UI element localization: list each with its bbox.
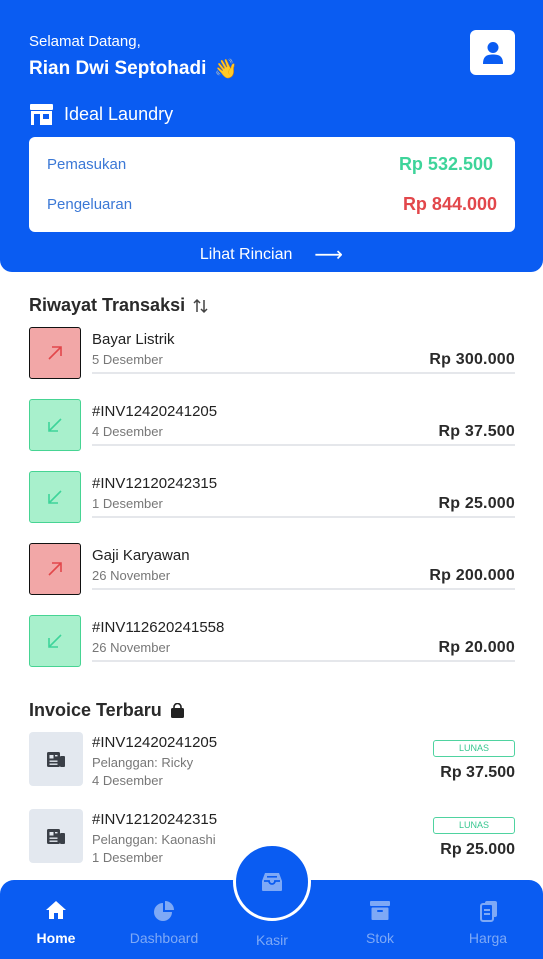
inbox-icon — [262, 873, 282, 891]
transaction-row[interactable]: Bayar Listrik 5 Desember Rp 300.000 — [29, 327, 515, 381]
expense-icon — [29, 543, 81, 595]
kasir-button[interactable] — [233, 843, 311, 921]
arrow-down-left-icon — [48, 490, 62, 504]
divider — [92, 444, 515, 446]
transaction-row[interactable]: #INV12420241205 4 Desember Rp 37.500 — [29, 399, 515, 453]
greeting: Selamat Datang, — [29, 33, 141, 50]
expense-value: Rp 844.000 — [402, 194, 497, 214]
invoices-title-text: Invoice Terbaru — [29, 700, 162, 720]
invoices-title: Invoice Terbaru — [29, 700, 185, 721]
header: Selamat Datang, Rian Dwi Septohadi 👋 Ide… — [0, 0, 543, 272]
shopping-bag-icon — [170, 702, 184, 718]
sort-icon[interactable] — [193, 298, 208, 314]
invoice-amount: Rp 25.000 — [440, 841, 515, 858]
wave-icon: 👋 — [214, 59, 239, 80]
transaction-row[interactable]: #INV12120242315 1 Desember Rp 25.000 — [29, 471, 515, 525]
transaction-name: #INV112620241558 — [92, 619, 225, 636]
transaction-amount: Rp 200.000 — [429, 567, 515, 584]
price-tags-icon — [480, 901, 497, 922]
store-selector[interactable]: Ideal Laundry — [29, 103, 173, 126]
user-name: Rian Dwi Septohadi 👋 — [29, 57, 238, 81]
transaction-date: 1 Desember — [92, 496, 163, 511]
divider — [92, 660, 515, 662]
transaction-row[interactable]: #INV112620241558 26 November Rp 20.000 — [29, 615, 515, 669]
transaction-name: Bayar Listrik — [92, 331, 175, 348]
income-value: Rp 532.500 — [398, 154, 493, 174]
home-icon — [46, 901, 66, 919]
nav-kasir-label: Kasir — [256, 932, 288, 948]
arrow-up-right-icon — [48, 562, 62, 576]
expense-label: Pengeluaran — [47, 196, 133, 213]
transaction-amount: Rp 37.500 — [438, 423, 515, 440]
transaction-date: 26 November — [92, 640, 171, 655]
receipt-icon-box — [29, 809, 83, 863]
invoice-date: 4 Desember — [92, 773, 163, 788]
arrow-down-left-icon — [48, 418, 62, 432]
divider — [92, 588, 515, 590]
receipt-icon-box — [29, 732, 83, 786]
detail-link[interactable]: Lihat Rincian ⟶ — [0, 242, 543, 267]
store-name: Ideal Laundry — [64, 104, 174, 124]
invoice-customer: Pelanggan: Ricky — [92, 755, 194, 770]
transaction-date: 26 November — [92, 568, 171, 583]
divider — [92, 372, 515, 374]
status-badge: LUNAS — [433, 817, 515, 834]
profile-button[interactable] — [470, 30, 515, 75]
transaction-name: #INV12120242315 — [92, 475, 218, 492]
income-icon — [29, 399, 81, 451]
arrow-right-icon: ⟶ — [314, 244, 344, 266]
nav-dashboard-label: Dashboard — [129, 930, 199, 946]
store-icon — [30, 104, 53, 125]
user-name-text: Rian Dwi Septohadi — [29, 58, 207, 79]
transactions-title: Riwayat Transaksi — [29, 295, 208, 316]
invoice-number: #INV12420241205 — [92, 734, 218, 751]
receipt-icon — [47, 828, 65, 844]
pie-chart-icon — [154, 901, 174, 921]
transaction-name: Gaji Karyawan — [92, 547, 190, 564]
nav-home-label: Home — [36, 930, 76, 946]
income-row: Pemasukan Rp 532.500 — [47, 154, 497, 175]
transaction-amount: Rp 25.000 — [438, 495, 515, 512]
invoice-customer: Pelanggan: Kaonashi — [92, 832, 216, 847]
income-icon — [29, 615, 81, 667]
transaction-date: 5 Desember — [92, 352, 163, 367]
nav-stok-label: Stok — [365, 930, 394, 946]
transaction-date: 4 Desember — [92, 424, 163, 439]
user-icon — [482, 41, 503, 64]
expense-icon — [29, 327, 81, 379]
invoice-row[interactable]: #INV12420241205 Pelanggan: Ricky 4 Desem… — [29, 732, 515, 792]
summary-card: Pemasukan Rp 532.500 Pengeluaran Rp 844.… — [29, 137, 515, 232]
invoice-date: 1 Desember — [92, 850, 163, 865]
archive-icon — [370, 901, 390, 920]
transaction-name: #INV12420241205 — [92, 403, 218, 420]
status-badge: LUNAS — [433, 740, 515, 757]
income-icon — [29, 471, 81, 523]
transaction-row[interactable]: Gaji Karyawan 26 November Rp 200.000 — [29, 543, 515, 597]
arrow-down-left-icon — [48, 634, 62, 648]
nav-harga-label: Harga — [468, 930, 508, 946]
receipt-icon — [47, 751, 65, 767]
transaction-amount: Rp 300.000 — [429, 351, 515, 368]
arrow-up-right-icon — [48, 346, 62, 360]
detail-link-label: Lihat Rincian — [199, 245, 293, 263]
transaction-amount: Rp 20.000 — [438, 639, 515, 656]
expense-row: Pengeluaran Rp 844.000 — [47, 194, 497, 215]
invoice-number: #INV12120242315 — [92, 811, 218, 828]
invoice-amount: Rp 37.500 — [440, 764, 515, 781]
income-label: Pemasukan — [47, 156, 127, 173]
transactions-title-text: Riwayat Transaksi — [29, 295, 186, 315]
divider — [92, 516, 515, 518]
